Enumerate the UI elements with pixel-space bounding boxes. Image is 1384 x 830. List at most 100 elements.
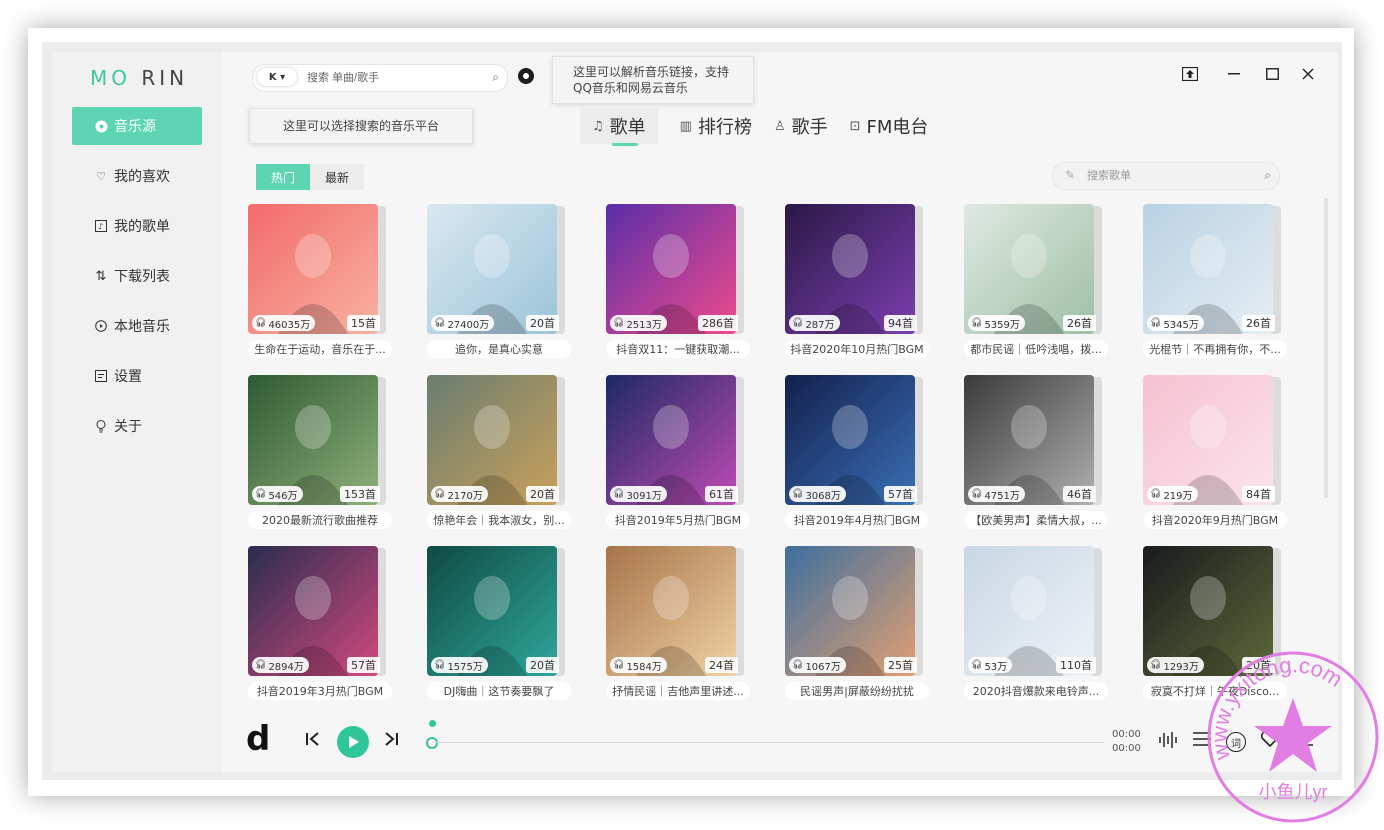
playlist-card[interactable]: 🎧︎ 1067万 25首 民谣男声|屏蔽纷纷扰扰: [785, 546, 935, 702]
play-count: 287万: [805, 319, 835, 331]
platform-selector[interactable]: K ▾: [257, 68, 297, 86]
playlist-title[interactable]: 抖音2020年9月热门BGM: [1143, 511, 1287, 529]
playlist-title[interactable]: 2020抖音爆款来电铃声...: [964, 682, 1108, 700]
playlist-card[interactable]: 🎧︎ 2894万 57首抖音2019年3月热门BGM: [248, 546, 398, 702]
play-count-badge: 🎧︎ 2513万: [610, 315, 667, 331]
scrollbar[interactable]: [1324, 198, 1328, 498]
playlist-card[interactable]: 🎧︎ 4751万 46首 【欧美男声】柔情大叔，...: [964, 375, 1114, 531]
sidebar-item-about[interactable]: 关于: [72, 407, 202, 445]
playlist-title[interactable]: 都市民谣｜低吟浅唱，拨...: [964, 340, 1108, 358]
play-count-badge: 🎧︎ 2894万: [252, 657, 309, 673]
playlist-title[interactable]: 惊艳年会｜我本淑女，别...: [427, 511, 571, 529]
next-track-icon[interactable]: [382, 730, 400, 753]
headphones-icon: 🎧︎: [971, 318, 983, 328]
play-count: 3068万: [805, 490, 841, 502]
play-button[interactable]: [337, 726, 369, 758]
play-count-badge: 🎧︎ 2170万: [431, 486, 488, 502]
playlist-card[interactable]: 🎧︎ 46035万 15首 生命在于运动，音乐在于...: [248, 204, 398, 360]
progress-handle[interactable]: [426, 737, 438, 749]
tab-playlists[interactable]: ♫ 歌单: [580, 108, 658, 146]
tab-fm-radio[interactable]: ⊡ FM电台: [850, 108, 929, 144]
singer-icon: ♙: [773, 118, 786, 134]
playlist-title[interactable]: 追你，是真心实意: [427, 340, 571, 358]
track-count-badge: 25首: [884, 657, 917, 673]
parse-link-disc-icon[interactable]: [518, 68, 534, 84]
sidebar-item-local-music[interactable]: 本地音乐: [72, 307, 202, 345]
sound-wave-icon[interactable]: [1158, 730, 1178, 755]
sidebar-item-downloads[interactable]: ⇅ 下载列表: [72, 257, 202, 295]
play-count: 1293万: [1163, 661, 1199, 673]
play-count: 46035万: [268, 319, 311, 331]
track-count-badge: 20首: [526, 657, 559, 673]
headphones-icon: 🎧︎: [792, 489, 804, 499]
playlist-title[interactable]: 抒情民谣｜吉他声里讲述...: [606, 682, 750, 700]
playlist-title[interactable]: 抖音2020年10月热门BGM: [785, 340, 929, 358]
tab-label: 排行榜: [697, 117, 752, 138]
headphones-icon: 🎧︎: [792, 318, 804, 328]
playlist-card[interactable]: 🎧︎ 3091万 61首 抖音2019年5月热门BGM: [606, 375, 756, 531]
playlist-title[interactable]: 抖音2019年5月热门BGM: [606, 511, 750, 529]
track-count-badge: 26首: [1063, 315, 1096, 331]
playlist-card[interactable]: 🎧︎ 2170万 20首 惊艳年会｜我本淑女，别...: [427, 375, 577, 531]
tab-charts[interactable]: ▥ 排行榜: [680, 108, 752, 144]
search-icon[interactable]: ⌕: [1264, 168, 1271, 183]
volume-dot[interactable]: [429, 720, 436, 727]
sidebar-item-label: 设置: [114, 369, 142, 385]
search-icon[interactable]: ⌕: [492, 70, 499, 85]
pin-icon[interactable]: [1180, 64, 1200, 84]
time-total: 00:00: [1112, 743, 1141, 754]
playlist-title[interactable]: 抖音2019年3月热门BGM: [248, 682, 392, 700]
previous-track-icon[interactable]: [304, 730, 322, 753]
playlist-title[interactable]: 民谣男声|屏蔽纷纷扰扰: [785, 682, 929, 700]
playlist-card[interactable]: 🎧︎ 2513万 286首抖音双11：一键获取潮...: [606, 204, 756, 360]
download-sort-icon: ⇅: [95, 268, 107, 284]
maximize-button[interactable]: [1262, 64, 1282, 84]
progress-bar[interactable]: [432, 742, 1104, 743]
playlist-card[interactable]: 🎧︎ 219万 84首 抖音2020年9月热门BGM: [1143, 375, 1293, 531]
song-search-box: K ▾ ⌕: [252, 64, 508, 92]
playlist-search-box: ✎ ⌕: [1052, 162, 1280, 190]
playlist-search-input[interactable]: [1085, 167, 1249, 185]
filter-hot-button[interactable]: 热门: [256, 164, 310, 190]
playlist-card[interactable]: 🎧︎ 546万 153首 2020最新流行歌曲推荐: [248, 375, 398, 531]
play-count-badge: 🎧︎ 219万: [1147, 486, 1198, 502]
playlist-card[interactable]: 🎧︎ 3068万 57首 抖音2019年4月热门BGM: [785, 375, 935, 531]
playlist-card[interactable]: 🎧︎ 53万 110首 2020抖音爆款来电铃声...: [964, 546, 1114, 702]
track-count-badge: 153首: [340, 486, 380, 502]
sidebar-item-label: 关于: [114, 419, 142, 435]
sidebar: MO RIN 音乐源 ♡ 我的喜欢 ♪ 我的歌单 ⇅ 下载列表 本地音乐 设置 …: [52, 52, 222, 772]
filter-new-button[interactable]: 最新: [310, 164, 364, 190]
playlist-title[interactable]: 抖音2019年4月热门BGM: [785, 511, 929, 529]
parse-tooltip-line1: 这里可以解析音乐链接，支持: [573, 65, 730, 79]
playlist-title[interactable]: 2020最新流行歌曲推荐: [248, 511, 392, 529]
minimize-button[interactable]: [1224, 64, 1244, 84]
playlist-title[interactable]: 光棍节｜不再拥有你，不...: [1143, 340, 1287, 358]
sidebar-item-music-source[interactable]: 音乐源: [72, 107, 202, 145]
tab-singers[interactable]: ♙ 歌手: [774, 108, 828, 144]
playlist-title[interactable]: 生命在于运动，音乐在于...: [248, 340, 392, 358]
playlist-card[interactable]: 🎧︎ 5359万 26首 都市民谣｜低吟浅唱，拨...: [964, 204, 1114, 360]
play-count: 1067万: [805, 661, 841, 673]
track-count-badge: 94首: [884, 315, 917, 331]
playlist-card[interactable]: 🎧︎ 1575万 20首 DJ嗨曲｜这节奏要飘了: [427, 546, 577, 702]
track-count-badge: 57首: [347, 657, 380, 673]
sidebar-item-label: 我的歌单: [114, 219, 170, 235]
close-button[interactable]: [1298, 64, 1318, 84]
headphones-icon: 🎧︎: [1150, 318, 1162, 328]
parse-tooltip: 这里可以解析音乐链接，支持 QQ音乐和网易云音乐: [552, 56, 754, 104]
sidebar-item-my-playlists[interactable]: ♪ 我的歌单: [72, 207, 202, 245]
playlist-card[interactable]: 🎧︎ 27400万 20首 追你，是真心实意: [427, 204, 577, 360]
song-search-input[interactable]: [305, 68, 479, 88]
playlist-title[interactable]: 【欧美男声】柔情大叔，...: [964, 511, 1108, 529]
playlist-card[interactable]: 🎧︎ 287万 94首抖音2020年10月热门BGM: [785, 204, 935, 360]
sidebar-item-settings[interactable]: 设置: [72, 357, 202, 395]
sidebar-item-label: 下载列表: [114, 269, 170, 285]
playlist-card[interactable]: 🎧︎ 1584万 24首 抒情民谣｜吉他声里讲述...: [606, 546, 756, 702]
sidebar-item-label: 音乐源: [114, 119, 156, 135]
track-count-badge: 20首: [526, 315, 559, 331]
playlist-title[interactable]: 抖音双11：一键获取潮...: [606, 340, 750, 358]
sidebar-item-favorites[interactable]: ♡ 我的喜欢: [72, 157, 202, 195]
track-count-badge: 286首: [698, 315, 738, 331]
playlist-card[interactable]: 🎧︎ 5345万 26首 光棍节｜不再拥有你，不...: [1143, 204, 1293, 360]
playlist-title[interactable]: DJ嗨曲｜这节奏要飘了: [427, 682, 571, 700]
